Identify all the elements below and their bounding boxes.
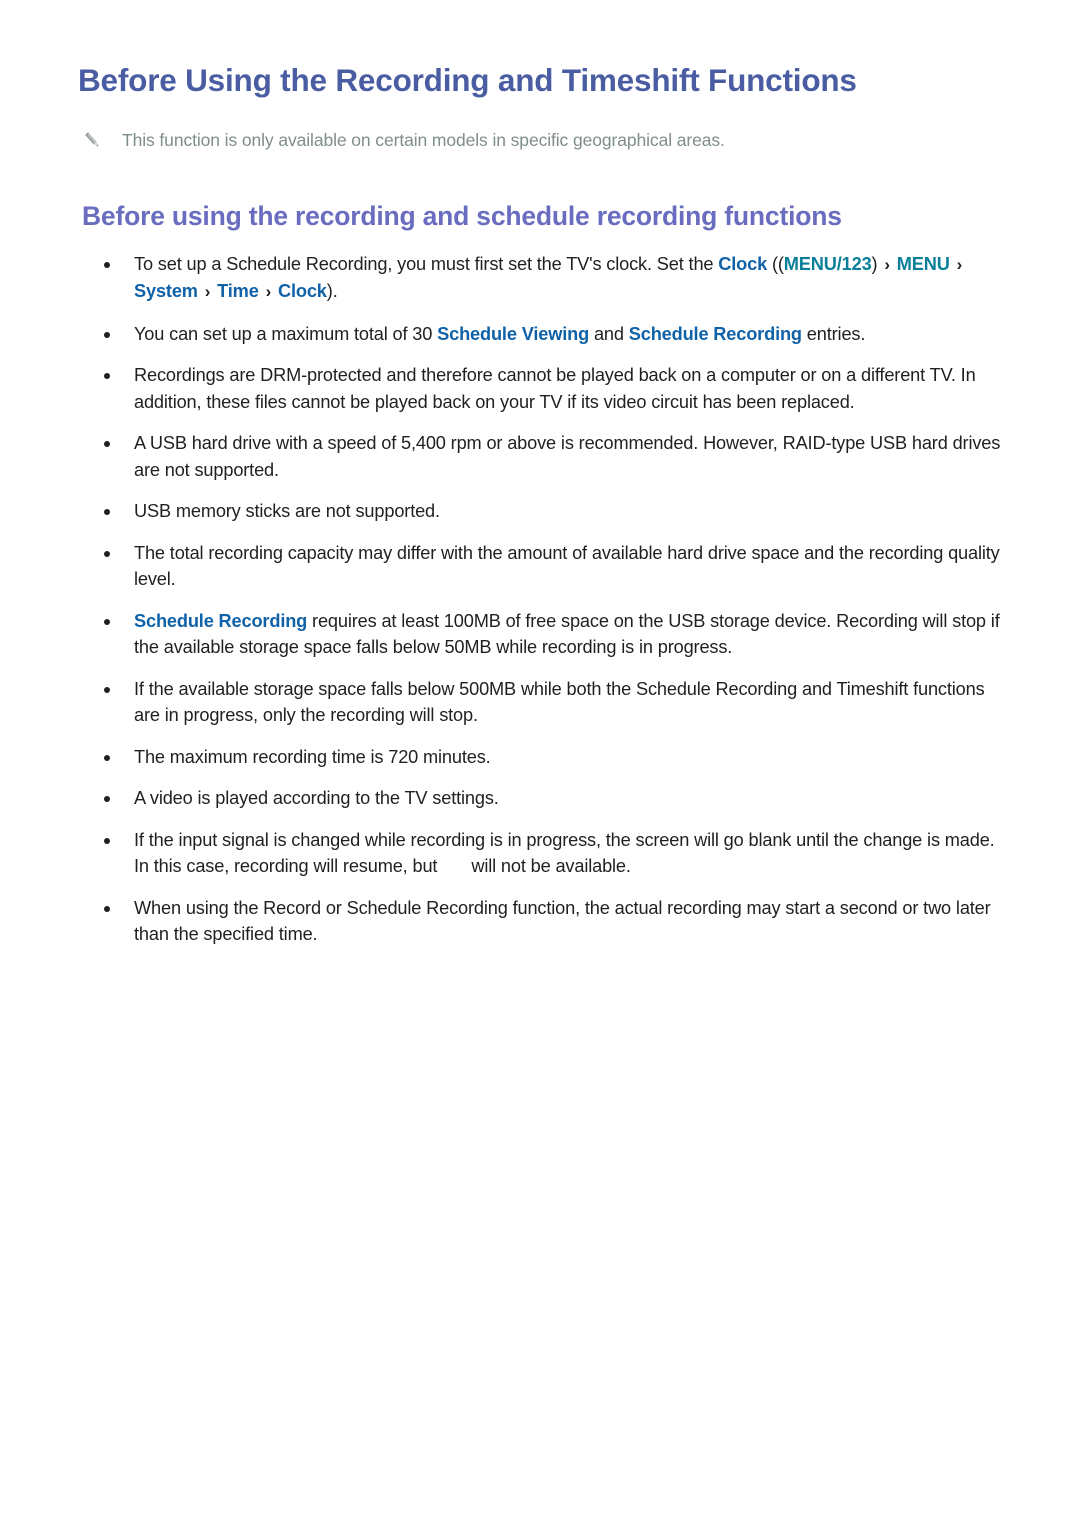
chevron-right-icon: › — [204, 282, 211, 302]
chevron-right-icon: › — [884, 254, 890, 274]
bullet-usb-hard-drive: A USB hard drive with a speed of 5,400 r… — [78, 430, 1008, 483]
chevron-right-icon: › — [265, 282, 272, 302]
bullet-max-time: The maximum recording time is 720 minute… — [78, 744, 1008, 771]
bullet-total-capacity: The total recording capacity may differ … — [78, 540, 1008, 593]
keyword-blue: Time — [217, 281, 259, 302]
document-content: Before Using the Recording and Timeshift… — [78, 62, 1008, 963]
note-row: This function is only available on certa… — [82, 129, 1008, 153]
bullet-drm-protected: Recordings are DRM-protected and therefo… — [78, 362, 1008, 415]
bullet-input-signal-change: If the input signal is changed while rec… — [78, 827, 1008, 880]
keyword-blue: Schedule Recording — [628, 323, 802, 344]
keyword-teal: MENU/123 — [783, 253, 872, 274]
keyword-blue: Schedule Viewing — [437, 323, 590, 344]
bullet-free-space-500mb: If the available storage space falls bel… — [78, 676, 1008, 729]
bullet-free-space-100mb: Schedule Recording requires at least 100… — [78, 608, 1008, 661]
note-text: This function is only available on certa… — [122, 130, 725, 151]
pencil-icon — [82, 130, 104, 152]
bullet-list: To set up a Schedule Recording, you must… — [78, 251, 1008, 948]
missing-glyph-placeholder — [437, 853, 471, 880]
bullet-video-playback: A video is played according to the TV se… — [78, 785, 1008, 812]
chevron-right-icon: › — [956, 254, 963, 274]
document-page: Before Using the Recording and Timeshift… — [0, 0, 1080, 1527]
page-title: Before Using the Recording and Timeshift… — [78, 62, 857, 98]
bullet-max-entries: You can set up a maximum total of 30 Sch… — [78, 321, 1008, 348]
keyword-blue: Clock — [278, 281, 327, 302]
bullet-usb-memory-sticks: USB memory sticks are not supported. — [78, 498, 1008, 525]
bullet-clock-setup: To set up a Schedule Recording, you must… — [78, 251, 1008, 306]
keyword-teal: MENU — [896, 253, 950, 274]
section-heading: Before using the recording and schedule … — [82, 200, 842, 231]
bullet-start-delay: When using the Record or Schedule Record… — [78, 895, 1008, 948]
keyword-blue: System — [134, 281, 198, 302]
keyword-blue: Clock — [718, 253, 768, 274]
keyword-blue: Schedule Recording — [134, 610, 308, 631]
